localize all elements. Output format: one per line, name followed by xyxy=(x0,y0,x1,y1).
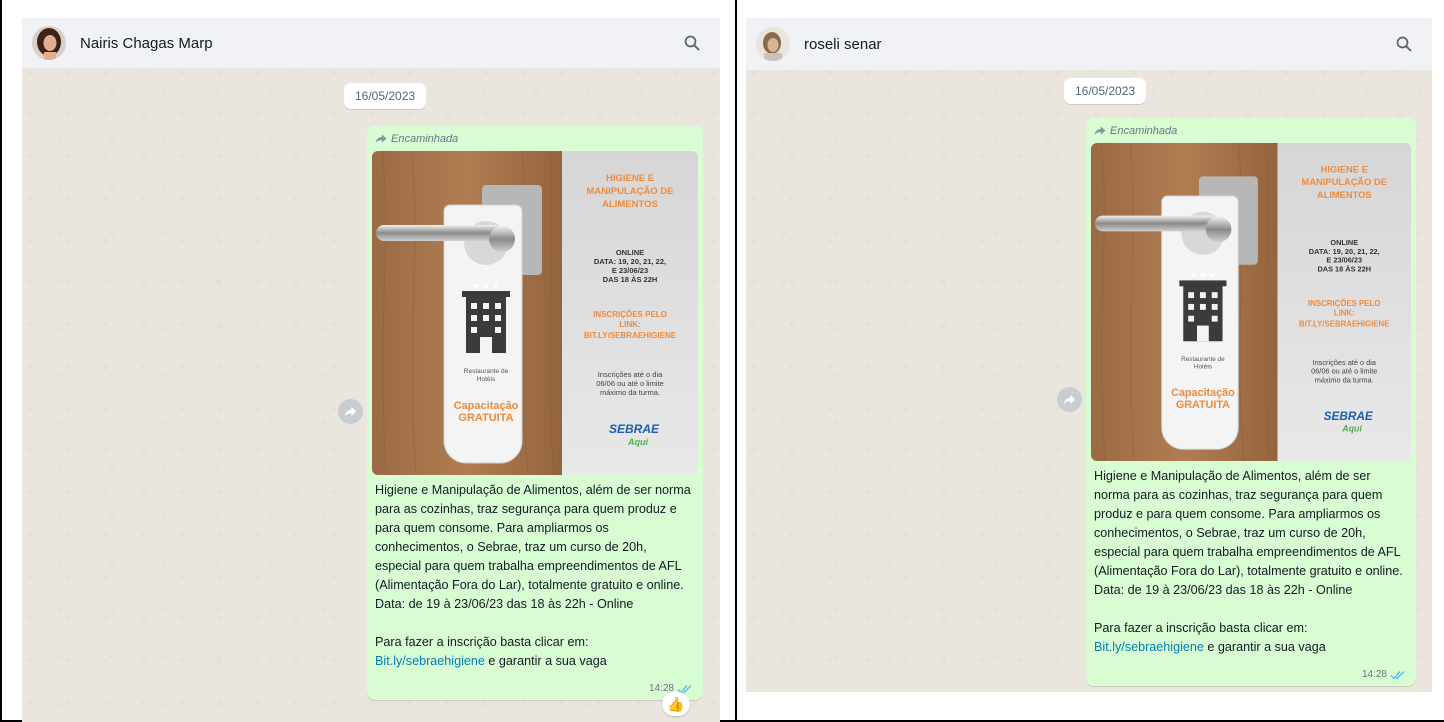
message-time: 14:28 xyxy=(1361,669,1387,680)
contact-avatar[interactable] xyxy=(32,26,66,60)
forward-message-button[interactable] xyxy=(1057,387,1082,412)
svg-text:Aqui: Aqui xyxy=(627,437,648,447)
reaction-badge[interactable]: 👍 xyxy=(662,692,690,716)
svg-text:LINK:: LINK: xyxy=(1334,309,1355,318)
svg-text:INSCRIÇÕES PELO: INSCRIÇÕES PELO xyxy=(1308,299,1380,308)
link-suffix: e garantir a sua vaga xyxy=(484,654,607,668)
svg-text:GRATUITA: GRATUITA xyxy=(458,412,513,424)
svg-text:Capacitação: Capacitação xyxy=(454,400,519,412)
message-body: Higiene e Manipulação de Alimentos, além… xyxy=(1094,469,1403,578)
svg-text:GRATUITA: GRATUITA xyxy=(1176,399,1230,411)
svg-text:DATA: 19, 20, 21, 22,: DATA: 19, 20, 21, 22, xyxy=(594,257,666,266)
svg-text:DAS 18 ÀS 22H: DAS 18 ÀS 22H xyxy=(603,275,658,284)
chat-header: roseli senar xyxy=(746,18,1432,70)
forwarded-label: Encaminhada xyxy=(1091,123,1411,143)
svg-text:INSCRIÇÕES PELO: INSCRIÇÕES PELO xyxy=(593,310,667,319)
panel-divider xyxy=(735,0,737,722)
svg-text:HIGIENE E: HIGIENE E xyxy=(1321,164,1368,174)
message-bubble[interactable]: Encaminhada ★ ★ ★ Restaurante de Hotéis … xyxy=(367,126,703,700)
svg-text:MANIPULAÇÃO DE: MANIPULAÇÃO DE xyxy=(1302,177,1387,187)
flyer-limit-note: Inscrições até o dia 06/06 ou até o limi… xyxy=(1311,358,1377,385)
free-course-badge: Capacitação GRATUITA xyxy=(1171,387,1235,411)
forwarded-label: Encaminhada xyxy=(372,131,698,151)
free-course-badge: Capacitação GRATUITA xyxy=(454,400,519,424)
contact-avatar[interactable] xyxy=(756,27,790,61)
svg-text:BIT.LY/SEBRAEHIGIENE: BIT.LY/SEBRAEHIGIENE xyxy=(1299,320,1389,329)
contact-name[interactable]: roseli senar xyxy=(804,36,1392,53)
flyer-image[interactable]: ★ ★ ★ Restaurante de Hotéis Capacitação … xyxy=(372,151,698,475)
read-receipt-icon xyxy=(1390,670,1405,680)
svg-text:Inscrições até o dia: Inscrições até o dia xyxy=(1313,358,1377,367)
chat-header: Nairis Chagas Marp xyxy=(22,18,720,68)
svg-text:06/06 ou até o limite: 06/06 ou até o limite xyxy=(596,379,664,388)
chat-panel-right: roseli senar 16/05/2023 Encaminhada ★ ★ … xyxy=(746,18,1432,692)
svg-text:ONLINE: ONLINE xyxy=(1330,238,1358,247)
search-icon[interactable] xyxy=(680,31,704,55)
svg-text:★ ★ ★: ★ ★ ★ xyxy=(1190,270,1216,279)
svg-text:ALIMENTOS: ALIMENTOS xyxy=(602,199,658,210)
svg-text:MANIPULAÇÃO DE: MANIPULAÇÃO DE xyxy=(586,186,673,197)
date-chip: 16/05/2023 xyxy=(344,83,427,109)
svg-text:Hotéis: Hotéis xyxy=(1194,364,1212,371)
svg-text:E 23/06/23: E 23/06/23 xyxy=(1326,256,1362,265)
svg-text:DAS 18 ÀS 22H: DAS 18 ÀS 22H xyxy=(1317,265,1371,274)
forwarded-arrow-icon xyxy=(1094,126,1106,136)
svg-text:SEBRAE: SEBRAE xyxy=(1324,410,1374,423)
message-meta: 14:28 xyxy=(1362,669,1406,680)
svg-text:★ ★ ★: ★ ★ ★ xyxy=(473,281,500,290)
svg-text:Inscrições até o dia: Inscrições até o dia xyxy=(598,370,663,379)
message-text: Higiene e Manipulação de Alimentos, além… xyxy=(372,475,698,671)
svg-text:ONLINE: ONLINE xyxy=(616,248,644,257)
svg-text:E 23/06/23: E 23/06/23 xyxy=(612,266,648,275)
svg-text:SEBRAE: SEBRAE xyxy=(609,422,660,436)
svg-text:Hotéis: Hotéis xyxy=(477,376,496,383)
flyer-image[interactable]: ★ ★ ★ Restaurante de Hotéis Capacitação … xyxy=(1091,143,1411,461)
svg-text:LINK:: LINK: xyxy=(619,320,640,329)
registration-link[interactable]: Bit.ly/sebraehigiene xyxy=(1094,640,1204,654)
svg-text:HIGIENE E: HIGIENE E xyxy=(606,173,654,184)
contact-name[interactable]: Nairis Chagas Marp xyxy=(80,35,680,52)
message-text: Higiene e Manipulação de Alimentos, além… xyxy=(1091,461,1411,657)
message-body: Higiene e Manipulação de Alimentos, além… xyxy=(375,483,691,592)
svg-text:máximo da turma.: máximo da turma. xyxy=(600,388,660,397)
forward-message-button[interactable] xyxy=(338,399,363,424)
svg-text:BIT.LY/SEBRAEHIGIENE: BIT.LY/SEBRAEHIGIENE xyxy=(584,331,677,340)
svg-text:ALIMENTOS: ALIMENTOS xyxy=(1317,190,1372,200)
message-bubble[interactable]: Encaminhada ★ ★ ★ Restaurante de Hotéis … xyxy=(1086,118,1416,686)
chat-panel-left: Nairis Chagas Marp 16/05/2023 Encaminhad… xyxy=(22,18,720,722)
message-cta: Para fazer a inscrição basta clicar em: xyxy=(375,635,589,649)
svg-text:DATA: 19, 20, 21, 22,: DATA: 19, 20, 21, 22, xyxy=(1309,247,1380,256)
date-chip: 16/05/2023 xyxy=(1064,78,1147,104)
search-icon[interactable] xyxy=(1392,32,1416,56)
svg-text:Aqui: Aqui xyxy=(1341,424,1362,434)
svg-text:Restaurante de: Restaurante de xyxy=(464,368,509,375)
link-suffix: e garantir a sua vaga xyxy=(1203,640,1326,654)
svg-text:06/06 ou até o limite: 06/06 ou até o limite xyxy=(1311,367,1377,376)
forwarded-arrow-icon xyxy=(375,134,387,144)
message-date-line: Data: de 19 à 23/06/23 das 18 às 22h - O… xyxy=(375,597,634,611)
flyer-limit-note: Inscrições até o dia 06/06 ou até o limi… xyxy=(596,370,664,397)
message-cta: Para fazer a inscrição basta clicar em: xyxy=(1094,621,1308,635)
svg-text:Capacitação: Capacitação xyxy=(1171,387,1235,399)
svg-text:máximo da turma.: máximo da turma. xyxy=(1315,375,1374,384)
registration-link[interactable]: Bit.ly/sebraehigiene xyxy=(375,654,485,668)
message-date-line: Data: de 19 à 23/06/23 das 18 às 22h - O… xyxy=(1094,583,1353,597)
svg-text:Restaurante de: Restaurante de xyxy=(1181,356,1225,363)
